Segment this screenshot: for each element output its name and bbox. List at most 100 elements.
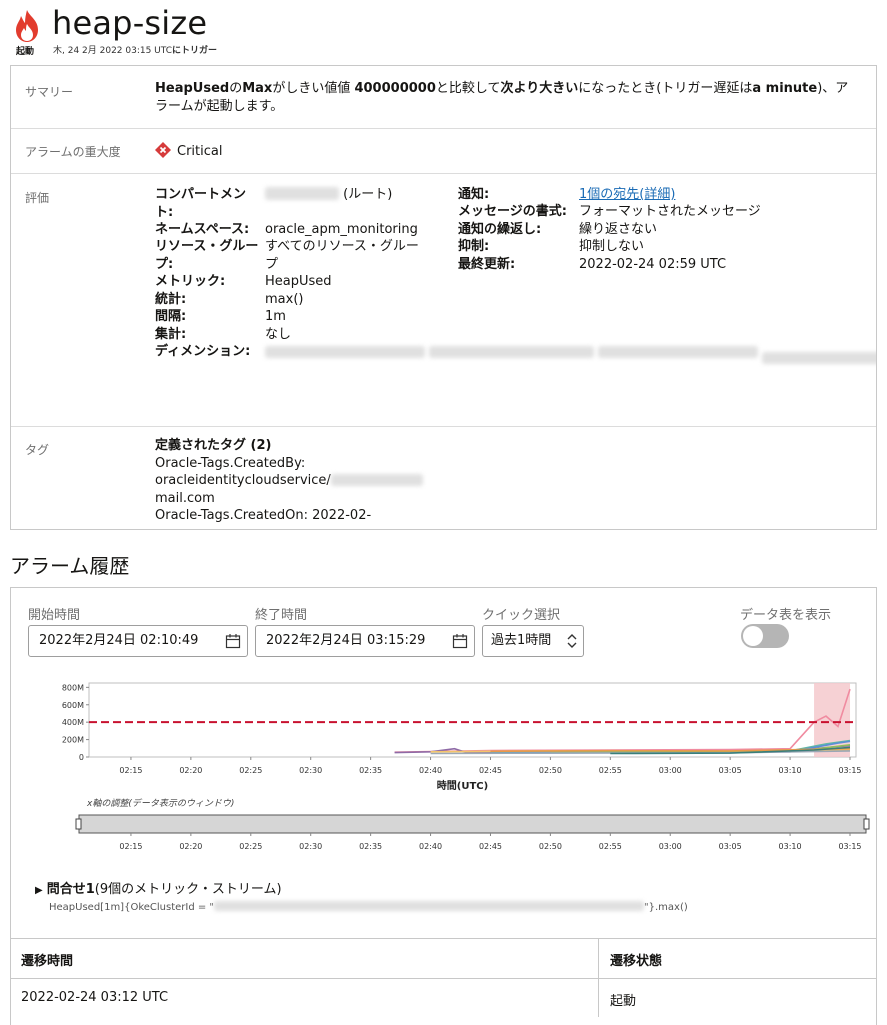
last-updated-key: 最終更新: [458,257,516,272]
start-time-input[interactable]: 2022年2月24日 02:10:49 [28,625,248,657]
severity-row: アラームの重大度 Critical [11,129,876,174]
namespace-key: ネームスペース: [155,222,250,237]
col-transition-time: 遷移時間 [21,954,74,969]
severity-label: アラームの重大度 [25,145,121,159]
y-tick-label: 800M [62,683,84,692]
overview-tick-label: 02:20 [179,842,202,851]
tag-line: mail.com [155,490,215,506]
window-label: x軸の調整(データ表示のウィンドウ) [86,798,234,809]
aggregation-key: 集計: [155,327,187,342]
x-tick-label: 02:20 [179,766,202,775]
statistic-value: max() [265,292,304,307]
overview-tick-label: 02:30 [299,842,322,851]
alarm-details-panel: サマリー HeapUsedのMaxがしきい値値 400000000と比較して次よ… [10,65,877,530]
last-updated-value: 2022-02-24 02:59 UTC [579,257,727,272]
overview-tick-label: 02:55 [599,842,622,851]
suppress-key: 抑制: [458,239,490,254]
calendar-icon[interactable] [225,633,241,649]
overview-tick-label: 02:15 [119,842,142,851]
tags-heading: 定義されたタグ (2) [155,438,272,453]
evaluation-right: 通知: 1個の宛先(詳細) メッセージの書式: フォーマットされたメッセージ 通… [458,186,858,286]
dimension-key: ディメンション: [155,344,251,359]
query-expression: HeapUsed[1m]{OkeClusterId = " "}.max() [49,901,688,913]
compartment-key: コンパートメント: [155,187,247,220]
suppress-value: 抑制しない [579,239,645,254]
alarm-history-panel: 開始時間 2022年2月24日 02:10:49 終了時間 2022年2月24日… [10,587,877,1025]
chevron-updown-icon [567,634,577,648]
summary-row: サマリー HeapUsedのMaxがしきい値値 400000000と比較して次よ… [11,66,876,129]
x-axis-title: 時間(UTC) [437,779,488,792]
page-header: 起動 heap-size 木, 24 2月 2022 03:15 UTCにトリガ… [0,0,887,62]
metric-key: メトリック: [155,274,226,289]
overview-tick-label: 03:05 [719,842,742,851]
table-row: 2022-02-24 03:12 UTC 起動 [11,979,876,1017]
quick-select-dropdown[interactable]: 過去1時間 [482,625,584,657]
summary-label: サマリー [25,85,74,99]
dimension-value-redacted [265,346,876,370]
window-handle-left [75,818,82,830]
evaluation-row: 評価 コンパートメント: (ルート) ネームスペース: oracle_apm_m… [11,174,876,427]
evaluation-label: 評価 [25,191,50,205]
overview-tick-label: 03:00 [659,842,682,851]
x-tick-label: 03:05 [719,766,742,775]
tags-list: 定義されたタグ (2) Oracle-Tags.CreatedBy: oracl… [155,437,455,525]
critical-icon [155,142,171,158]
x-tick-label: 02:40 [419,766,442,775]
resource-group-key: リソース・グループ: [155,239,259,272]
namespace-value: oracle_apm_monitoring [265,222,418,237]
heap-used-chart: 0 200M 400M 600M 800M 02:15 02:20 02:25 02:30 02:… [62,682,870,851]
show-table-toggle[interactable] [741,624,789,648]
x-tick-label: 03:00 [659,766,682,775]
message-format-value: フォーマットされたメッセージ [579,204,761,219]
y-tick-label: 0 [79,753,84,762]
overview-tick-label: 03:15 [838,842,861,851]
end-time-label: 終了時間 [255,608,308,623]
alarm-history-title: アラーム履歴 [10,554,130,578]
interval-value: 1m [265,309,286,324]
alarm-status-label: 起動 [16,47,35,57]
evaluation-left: コンパートメント: (ルート) ネームスペース: oracle_apm_moni… [155,186,876,416]
chart-area: 0 200M 400M 600M 800M 02:15 02:20 02:25 02:30 02:… [41,681,871,870]
tags-label: タグ [25,443,50,457]
alarm-firing-icon [16,10,38,42]
x-tick-label: 02:35 [359,766,382,775]
quick-select-label: クイック選択 [482,608,561,623]
x-tick-label: 03:15 [838,766,861,775]
overview-tick-label: 02:40 [419,842,442,851]
notification-key: 通知: [458,187,490,202]
y-tick-label: 600M [62,701,84,710]
start-time-label: 開始時間 [28,608,81,623]
y-tick-label: 400M [62,718,84,727]
row-time: 2022-02-24 03:12 UTC [21,990,169,1005]
x-tick-label: 02:55 [599,766,622,775]
y-tick-label: 200M [62,736,84,745]
caret-right-icon: ▶ [35,885,43,896]
overview-tick-label: 02:50 [539,842,562,851]
x-tick-label: 02:30 [299,766,322,775]
notification-destinations-link[interactable]: 1個の宛先(詳細) [579,186,675,204]
summary-text: HeapUsedのMaxがしきい値値 400000000と比較して次より大きいに… [155,81,849,114]
trigger-info: 木, 24 2月 2022 03:15 UTCにトリガー [53,46,218,56]
tag-line: Oracle-Tags.CreatedBy: [155,455,306,471]
overview-tick-label: 02:35 [359,842,382,851]
window-handle-right [863,818,870,830]
repeat-value: 繰り返さない [579,222,658,237]
interval-key: 間隔: [155,309,187,324]
plot-frame [88,682,857,758]
transition-table: 遷移時間 遷移状態 2022-02-24 03:12 UTC 起動 [11,938,876,1017]
overview-tick-label: 02:25 [239,842,262,851]
query-toggle[interactable]: ▶ 問合せ1(9個のメトリック・ストリーム) [35,878,282,897]
page-title: heap-size [52,4,208,42]
statistic-key: 統計: [155,292,187,307]
metric-value: HeapUsed [265,274,332,289]
overview-window [78,814,867,834]
tag-line: Oracle-Tags.CreatedOn: 2022-02- [155,508,372,523]
tag-line: oracleidentitycloudservice/ [155,472,455,490]
tags-row: タグ 定義されたタグ (2) Oracle-Tags.CreatedBy: or… [11,427,876,529]
calendar-icon[interactable] [452,633,468,649]
show-table-label: データ表を表示 [740,608,832,623]
x-tick-label: 02:45 [479,766,502,775]
end-time-input[interactable]: 2022年2月24日 03:15:29 [255,625,475,657]
message-format-key: メッセージの書式: [458,204,567,219]
row-state: 起動 [610,994,637,1009]
